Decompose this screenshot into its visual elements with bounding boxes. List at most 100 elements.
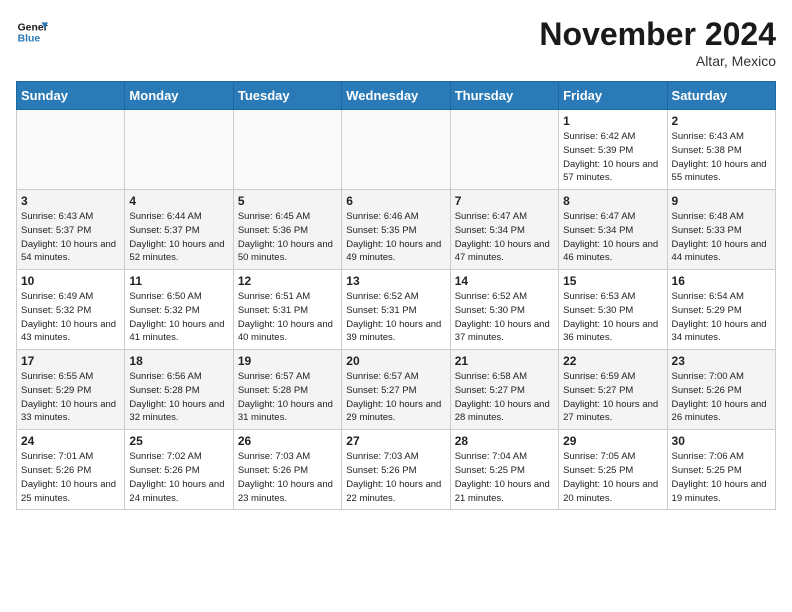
calendar-week-row: 24 Sunrise: 7:01 AM Sunset: 5:26 PM Dayli… xyxy=(17,430,776,510)
day-sun-info: Sunrise: 6:42 AM Sunset: 5:39 PM Dayligh… xyxy=(563,130,662,185)
calendar-day-cell xyxy=(233,110,341,190)
day-number: 10 xyxy=(21,274,120,288)
weekday-header-wednesday: Wednesday xyxy=(342,82,450,110)
calendar-day-cell: 1 Sunrise: 6:42 AM Sunset: 5:39 PM Daylig… xyxy=(559,110,667,190)
calendar-day-cell: 29 Sunrise: 7:05 AM Sunset: 5:25 PM Dayli… xyxy=(559,430,667,510)
day-sun-info: Sunrise: 6:56 AM Sunset: 5:28 PM Dayligh… xyxy=(129,370,228,425)
calendar-day-cell xyxy=(125,110,233,190)
calendar-day-cell: 9Sunrise: 6:48 AM Sunset: 5:33 PM Daylig… xyxy=(667,190,775,270)
weekday-header-friday: Friday xyxy=(559,82,667,110)
day-number: 30 xyxy=(672,434,771,448)
day-sun-info: Sunrise: 6:47 AM Sunset: 5:34 PM Dayligh… xyxy=(455,210,554,265)
calendar-day-cell: 6Sunrise: 6:46 AM Sunset: 5:35 PM Daylig… xyxy=(342,190,450,270)
day-sun-info: Sunrise: 6:45 AM Sunset: 5:36 PM Dayligh… xyxy=(238,210,337,265)
day-sun-info: Sunrise: 6:57 AM Sunset: 5:27 PM Dayligh… xyxy=(346,370,445,425)
day-sun-info: Sunrise: 6:44 AM Sunset: 5:37 PM Dayligh… xyxy=(129,210,228,265)
month-year-title: November 2024 xyxy=(539,16,776,53)
day-sun-info: Sunrise: 6:47 AM Sunset: 5:34 PM Dayligh… xyxy=(563,210,662,265)
weekday-header-sunday: Sunday xyxy=(17,82,125,110)
day-sun-info: Sunrise: 6:52 AM Sunset: 5:30 PM Dayligh… xyxy=(455,290,554,345)
svg-text:Blue: Blue xyxy=(18,34,41,45)
day-number: 22 xyxy=(563,354,662,368)
calendar-day-cell: 30 Sunrise: 7:06 AM Sunset: 5:25 PM Dayli… xyxy=(667,430,775,510)
calendar-day-cell: 21Sunrise: 6:58 AM Sunset: 5:27 PM Dayli… xyxy=(450,350,558,430)
calendar-week-row: 17 Sunrise: 6:55 AM Sunset: 5:29 PM Dayli… xyxy=(17,350,776,430)
day-sun-info: Sunrise: 6:43 AM Sunset: 5:37 PM Dayligh… xyxy=(21,210,120,265)
logo-icon: General Blue xyxy=(16,16,48,48)
day-sun-info: Sunrise: 6:51 AM Sunset: 5:31 PM Dayligh… xyxy=(238,290,337,345)
calendar-day-cell xyxy=(450,110,558,190)
weekday-header-tuesday: Tuesday xyxy=(233,82,341,110)
day-number: 3 xyxy=(21,194,120,208)
day-number: 18 xyxy=(129,354,228,368)
calendar-day-cell: 11Sunrise: 6:50 AM Sunset: 5:32 PM Dayli… xyxy=(125,270,233,350)
day-number: 8 xyxy=(563,194,662,208)
day-number: 20 xyxy=(346,354,445,368)
day-sun-info: Sunrise: 7:05 AM Sunset: 5:25 PM Dayligh… xyxy=(563,450,662,505)
day-sun-info: Sunrise: 7:02 AM Sunset: 5:26 PM Dayligh… xyxy=(129,450,228,505)
calendar-week-row: 3 Sunrise: 6:43 AM Sunset: 5:37 PM Daylig… xyxy=(17,190,776,270)
day-sun-info: Sunrise: 6:48 AM Sunset: 5:33 PM Dayligh… xyxy=(672,210,771,265)
day-sun-info: Sunrise: 6:53 AM Sunset: 5:30 PM Dayligh… xyxy=(563,290,662,345)
day-number: 24 xyxy=(21,434,120,448)
calendar-day-cell: 8 Sunrise: 6:47 AM Sunset: 5:34 PM Daylig… xyxy=(559,190,667,270)
day-number: 23 xyxy=(672,354,771,368)
day-sun-info: Sunrise: 7:01 AM Sunset: 5:26 PM Dayligh… xyxy=(21,450,120,505)
location-subtitle: Altar, Mexico xyxy=(539,53,776,69)
calendar-day-cell: 12 Sunrise: 6:51 AM Sunset: 5:31 PM Dayli… xyxy=(233,270,341,350)
day-sun-info: Sunrise: 7:04 AM Sunset: 5:25 PM Dayligh… xyxy=(455,450,554,505)
title-block: November 2024 Altar, Mexico xyxy=(539,16,776,69)
calendar-day-cell: 3 Sunrise: 6:43 AM Sunset: 5:37 PM Daylig… xyxy=(17,190,125,270)
calendar-day-cell: 17 Sunrise: 6:55 AM Sunset: 5:29 PM Dayli… xyxy=(17,350,125,430)
day-number: 15 xyxy=(563,274,662,288)
day-number: 13 xyxy=(346,274,445,288)
calendar-day-cell xyxy=(17,110,125,190)
day-sun-info: Sunrise: 7:03 AM Sunset: 5:26 PM Dayligh… xyxy=(238,450,337,505)
weekday-header-row: SundayMondayTuesdayWednesdayThursdayFrid… xyxy=(17,82,776,110)
calendar-day-cell: 26 Sunrise: 7:03 AM Sunset: 5:26 PM Dayli… xyxy=(233,430,341,510)
calendar-day-cell: 4 Sunrise: 6:44 AM Sunset: 5:37 PM Daylig… xyxy=(125,190,233,270)
calendar-day-cell: 25Sunrise: 7:02 AM Sunset: 5:26 PM Dayli… xyxy=(125,430,233,510)
weekday-header-saturday: Saturday xyxy=(667,82,775,110)
day-sun-info: Sunrise: 6:49 AM Sunset: 5:32 PM Dayligh… xyxy=(21,290,120,345)
day-number: 5 xyxy=(238,194,337,208)
day-sun-info: Sunrise: 6:59 AM Sunset: 5:27 PM Dayligh… xyxy=(563,370,662,425)
day-number: 4 xyxy=(129,194,228,208)
day-number: 6 xyxy=(346,194,445,208)
calendar-day-cell xyxy=(342,110,450,190)
day-sun-info: Sunrise: 6:54 AM Sunset: 5:29 PM Dayligh… xyxy=(672,290,771,345)
day-number: 28 xyxy=(455,434,554,448)
calendar-day-cell: 22 Sunrise: 6:59 AM Sunset: 5:27 PM Dayli… xyxy=(559,350,667,430)
calendar-day-cell: 14Sunrise: 6:52 AM Sunset: 5:30 PM Dayli… xyxy=(450,270,558,350)
logo: General Blue xyxy=(16,16,48,48)
day-sun-info: Sunrise: 6:43 AM Sunset: 5:38 PM Dayligh… xyxy=(672,130,771,185)
calendar-day-cell: 24 Sunrise: 7:01 AM Sunset: 5:26 PM Dayli… xyxy=(17,430,125,510)
page-header: General Blue November 2024 Altar, Mexico xyxy=(16,16,776,69)
calendar-day-cell: 23 Sunrise: 7:00 AM Sunset: 5:26 PM Dayli… xyxy=(667,350,775,430)
calendar-week-row: 10 Sunrise: 6:49 AM Sunset: 5:32 PM Dayli… xyxy=(17,270,776,350)
calendar-day-cell: 28 Sunrise: 7:04 AM Sunset: 5:25 PM Dayli… xyxy=(450,430,558,510)
day-sun-info: Sunrise: 6:58 AM Sunset: 5:27 PM Dayligh… xyxy=(455,370,554,425)
day-sun-info: Sunrise: 6:55 AM Sunset: 5:29 PM Dayligh… xyxy=(21,370,120,425)
calendar-table: SundayMondayTuesdayWednesdayThursdayFrid… xyxy=(16,81,776,510)
day-sun-info: Sunrise: 6:52 AM Sunset: 5:31 PM Dayligh… xyxy=(346,290,445,345)
day-sun-info: Sunrise: 6:50 AM Sunset: 5:32 PM Dayligh… xyxy=(129,290,228,345)
calendar-day-cell: 7Sunrise: 6:47 AM Sunset: 5:34 PM Daylig… xyxy=(450,190,558,270)
day-number: 17 xyxy=(21,354,120,368)
day-sun-info: Sunrise: 7:06 AM Sunset: 5:25 PM Dayligh… xyxy=(672,450,771,505)
weekday-header-monday: Monday xyxy=(125,82,233,110)
day-sun-info: Sunrise: 7:03 AM Sunset: 5:26 PM Dayligh… xyxy=(346,450,445,505)
day-number: 29 xyxy=(563,434,662,448)
day-number: 27 xyxy=(346,434,445,448)
calendar-week-row: 1 Sunrise: 6:42 AM Sunset: 5:39 PM Daylig… xyxy=(17,110,776,190)
calendar-day-cell: 5 Sunrise: 6:45 AM Sunset: 5:36 PM Daylig… xyxy=(233,190,341,270)
day-sun-info: Sunrise: 7:00 AM Sunset: 5:26 PM Dayligh… xyxy=(672,370,771,425)
calendar-day-cell: 13 Sunrise: 6:52 AM Sunset: 5:31 PM Dayli… xyxy=(342,270,450,350)
day-number: 19 xyxy=(238,354,337,368)
day-number: 12 xyxy=(238,274,337,288)
day-number: 26 xyxy=(238,434,337,448)
calendar-day-cell: 16Sunrise: 6:54 AM Sunset: 5:29 PM Dayli… xyxy=(667,270,775,350)
calendar-day-cell: 15 Sunrise: 6:53 AM Sunset: 5:30 PM Dayli… xyxy=(559,270,667,350)
day-number: 1 xyxy=(563,114,662,128)
weekday-header-thursday: Thursday xyxy=(450,82,558,110)
